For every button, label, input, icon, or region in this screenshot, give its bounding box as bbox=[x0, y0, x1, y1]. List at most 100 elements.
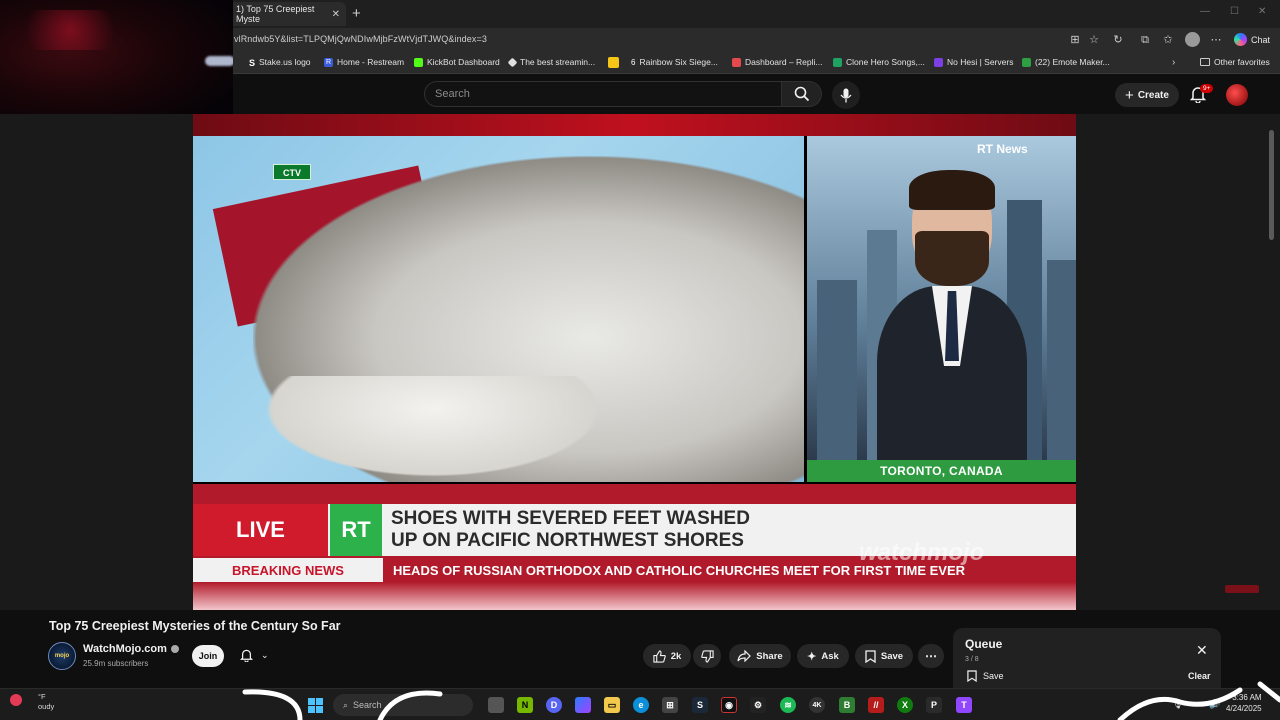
minimize-icon[interactable]: — bbox=[1200, 6, 1210, 17]
video-left-pane-shoe: CTV bbox=[193, 136, 804, 482]
join-button[interactable]: Join bbox=[192, 645, 224, 667]
ask-button[interactable]: ✦ Ask bbox=[797, 644, 849, 668]
watchmojo-watermark: watchmojo bbox=[859, 539, 985, 566]
spotify-icon[interactable]: ≋ bbox=[780, 697, 796, 713]
queue-clear-button[interactable]: Clear bbox=[1188, 671, 1211, 681]
display-tray-icon[interactable]: ▭ bbox=[1192, 699, 1201, 710]
bookmark-emote-maker[interactable]: (22) Emote Maker... bbox=[1022, 57, 1110, 67]
bookmark-clonehero[interactable]: Clone Hero Songs,... bbox=[833, 57, 925, 67]
b-app-icon[interactable]: B bbox=[839, 697, 855, 713]
live-badge: LIVE bbox=[193, 504, 328, 556]
plus-icon: + bbox=[1125, 86, 1134, 104]
queue-close-icon[interactable]: ✕ bbox=[1196, 642, 1208, 659]
vpn-icon[interactable]: P bbox=[926, 697, 942, 713]
dislike-button[interactable] bbox=[693, 644, 721, 668]
share-button[interactable]: Share bbox=[729, 644, 791, 668]
twitch-icon[interactable]: T bbox=[956, 697, 972, 713]
weather-icon bbox=[10, 694, 22, 706]
discord-icon[interactable]: D bbox=[546, 697, 562, 713]
browser-profile-avatar[interactable] bbox=[1185, 32, 1200, 47]
settings-more-icon[interactable]: ⋯ bbox=[1209, 33, 1223, 47]
taskbar-search-label: Search bbox=[353, 700, 382, 710]
copilot-taskbar-icon[interactable] bbox=[575, 697, 591, 713]
steam-icon[interactable]: S bbox=[692, 697, 708, 713]
bookmark-replit[interactable]: Dashboard – Repli... bbox=[732, 57, 823, 67]
replit-icon bbox=[732, 57, 741, 67]
nohesi-icon bbox=[934, 57, 943, 67]
app-available-icon[interactable]: ⊞ bbox=[1068, 33, 1082, 47]
edge-icon[interactable]: e bbox=[633, 697, 649, 713]
nvidia-icon[interactable]: N bbox=[517, 697, 533, 713]
bookmark-kickbot[interactable]: KickBot Dashboard bbox=[414, 57, 500, 67]
4k-video-icon[interactable]: 4K bbox=[809, 697, 825, 713]
xbox-icon[interactable]: X bbox=[897, 697, 913, 713]
more-actions-button[interactable]: ⋯ bbox=[918, 644, 944, 668]
favorites-icon[interactable]: ✩ bbox=[1161, 33, 1175, 47]
bookmark-label: No Hesi | Servers bbox=[947, 57, 1014, 67]
settings-gear-icon[interactable]: ⚙ bbox=[750, 697, 766, 713]
subscribe-watermark-icon[interactable] bbox=[1225, 585, 1259, 593]
channel-name: WatchMojo.com bbox=[83, 643, 167, 655]
other-favorites-folder[interactable]: Other favorites bbox=[1200, 57, 1270, 67]
taskbar-clock[interactable]: 3:36 AM 4/24/2025 bbox=[1226, 692, 1262, 714]
red-app-icon[interactable]: // bbox=[868, 697, 884, 713]
favorite-star-icon[interactable]: ☆ bbox=[1087, 33, 1101, 47]
video-player[interactable]: CTV RT News TORONTO, CANADA LIVE RT SHOE… bbox=[193, 114, 1076, 610]
bookmark-streaming[interactable]: The best streamin... bbox=[507, 57, 595, 67]
search-button[interactable] bbox=[782, 81, 822, 107]
youtube-account-avatar[interactable] bbox=[1226, 84, 1248, 106]
video-right-pane-anchor: RT News bbox=[807, 136, 1076, 460]
microphone-icon bbox=[840, 88, 852, 102]
location-caption: TORONTO, CANADA bbox=[807, 460, 1076, 482]
sheets-icon bbox=[833, 57, 842, 67]
channel-name-link[interactable]: WatchMojo.com bbox=[83, 643, 179, 655]
page-scrollbar-thumb[interactable] bbox=[1269, 130, 1274, 240]
webcam-overlay bbox=[0, 0, 233, 132]
bookmark-restream[interactable]: R Home - Restream bbox=[324, 57, 404, 67]
maximize-icon[interactable]: ☐ bbox=[1230, 6, 1239, 17]
start-windows-icon[interactable] bbox=[307, 697, 323, 713]
new-tab-icon[interactable]: + bbox=[352, 5, 361, 22]
rt-logo: RT bbox=[330, 504, 382, 556]
like-button[interactable]: 2k bbox=[643, 644, 691, 668]
bookmark-label: Stake.us logo bbox=[259, 57, 311, 67]
search-placeholder: Search bbox=[435, 88, 470, 100]
window-close-icon[interactable]: ✕ bbox=[1258, 6, 1266, 17]
volume-icon[interactable]: 🔊 bbox=[1209, 699, 1220, 710]
bookmark-yellow[interactable] bbox=[608, 57, 619, 68]
url-field[interactable]: vlRndwb5Y&list=TLPQMjQwNDIwMjbFzWtVjdTJW… bbox=[234, 34, 487, 44]
obs-icon[interactable]: ◉ bbox=[721, 697, 737, 713]
browser-tab-active[interactable]: 1) Top 75 Creepiest Myste ✕ bbox=[230, 2, 346, 26]
create-button[interactable]: + Create bbox=[1115, 83, 1179, 107]
store-icon[interactable]: ⊞ bbox=[662, 697, 678, 713]
diamond-icon bbox=[507, 57, 518, 67]
ctv-badge: CTV bbox=[273, 164, 311, 180]
tab-close-icon[interactable]: ✕ bbox=[332, 9, 340, 20]
taskbar-search[interactable]: ⌕ Search bbox=[333, 694, 473, 716]
bookmarks-overflow-chevron-icon[interactable]: › bbox=[1172, 57, 1175, 68]
bookmark-nohesi[interactable]: No Hesi | Servers bbox=[934, 57, 1013, 67]
queue-save-button[interactable]: Save bbox=[967, 670, 1004, 682]
bookmark-label: Clone Hero Songs,... bbox=[846, 57, 925, 67]
channel-avatar[interactable]: mojo bbox=[48, 642, 76, 670]
bookmark-stake[interactable]: S Stake.us logo bbox=[249, 57, 311, 68]
chat-label: Chat bbox=[1251, 34, 1271, 45]
tab-title: 1) Top 75 Creepiest Myste bbox=[236, 4, 315, 24]
news-anchor bbox=[877, 170, 1027, 460]
subscription-notifications-button[interactable]: ⌄ bbox=[240, 648, 269, 662]
refresh-extension-icon[interactable]: ↻ bbox=[1111, 33, 1125, 47]
file-explorer-icon[interactable]: ▭ bbox=[604, 697, 620, 713]
save-button[interactable]: Save bbox=[855, 644, 913, 668]
extensions-icon[interactable]: ⧉ bbox=[1138, 33, 1152, 47]
bookmark-r6[interactable]: 6 Rainbow Six Siege... bbox=[631, 57, 718, 67]
weather-widget[interactable]: °F oudy bbox=[10, 692, 54, 712]
microphone-tray-icon[interactable]: 🎙 bbox=[1172, 699, 1183, 710]
headline-line-1: SHOES WITH SEVERED FEET WASHED bbox=[391, 508, 750, 529]
copilot-chat-button[interactable]: Chat bbox=[1234, 33, 1270, 46]
queue-title: Queue bbox=[965, 637, 1003, 651]
task-view-icon[interactable] bbox=[488, 697, 504, 713]
breaking-news-label: BREAKING NEWS bbox=[193, 558, 383, 582]
voice-search-button[interactable] bbox=[832, 81, 860, 109]
emote-maker-icon bbox=[1022, 57, 1031, 67]
search-input[interactable]: Search bbox=[424, 81, 782, 107]
